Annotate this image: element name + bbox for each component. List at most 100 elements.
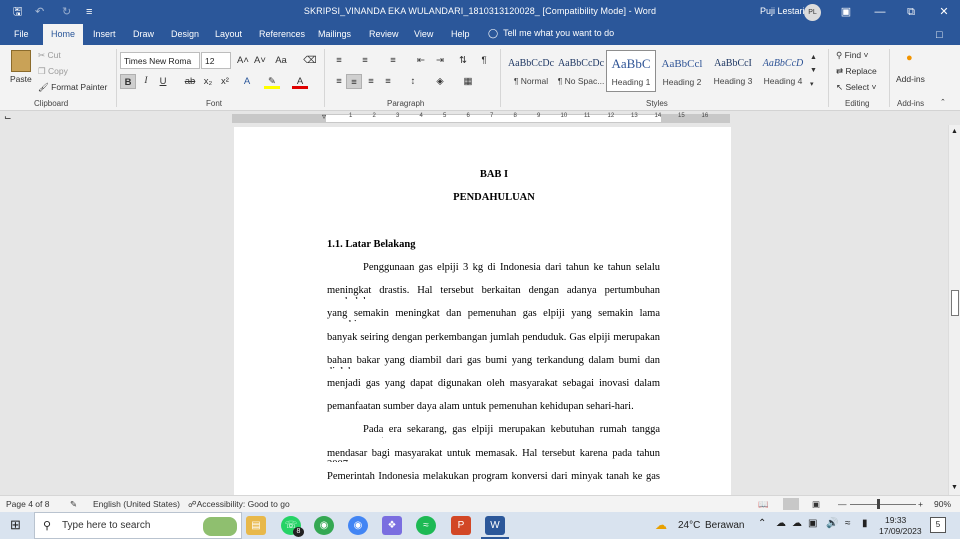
addins-button[interactable]: Add-ins — [896, 74, 925, 85]
ribbon-display-icon[interactable]: ▣ — [836, 3, 856, 21]
onedrive-icon[interactable]: ☁ — [792, 518, 802, 529]
zoom-slider[interactable] — [850, 504, 916, 505]
style-heading-1[interactable]: AaBbC Heading 1 — [606, 50, 656, 92]
styles-scroll-down-icon[interactable]: ▼ — [810, 65, 817, 76]
paste-button[interactable]: Paste — [10, 74, 32, 85]
bold-button[interactable]: B — [120, 74, 136, 89]
tab-references[interactable]: References — [259, 28, 305, 40]
justify-icon[interactable]: ≡ — [380, 74, 396, 89]
styles-more-icon[interactable]: ▾ — [810, 79, 814, 90]
minimize-button[interactable]: — — [870, 3, 890, 21]
taskbar-search[interactable]: ⚲ Type here to search — [34, 512, 242, 539]
web-layout-icon[interactable]: ▣ — [812, 499, 820, 510]
app-icon[interactable]: ❖ — [382, 516, 402, 535]
comments-icon[interactable]: □ — [936, 27, 943, 43]
line-spacing-icon[interactable]: ↕ — [405, 74, 421, 89]
strikethrough-button[interactable]: ab — [182, 74, 198, 89]
vertical-scrollbar[interactable]: ▲ ▼ — [948, 125, 960, 495]
zoom-out-icon[interactable]: — — [838, 499, 847, 509]
display-icon[interactable]: ▣ — [808, 518, 817, 529]
clock-time[interactable]: 19:33 — [885, 515, 906, 525]
increase-indent-icon[interactable]: ⇥ — [432, 53, 448, 68]
indent-marker-icon[interactable]: ▿ — [322, 112, 326, 121]
spotify-icon[interactable]: ≈ — [416, 516, 436, 535]
avatar[interactable]: PL — [804, 4, 821, 21]
scroll-thumb[interactable] — [951, 290, 959, 316]
restore-button[interactable]: ⧉ — [901, 3, 921, 21]
weather-icon[interactable]: ☁ — [655, 518, 667, 532]
tell-me-box[interactable]: ◯ Tell me what you want to do — [488, 28, 614, 39]
styles-scroll-up-icon[interactable]: ▲ — [810, 52, 817, 63]
weather-temp[interactable]: 24°C — [678, 520, 700, 531]
tab-draw[interactable]: Draw — [133, 28, 154, 40]
tab-review[interactable]: Review — [369, 28, 399, 40]
shrink-font-icon[interactable]: A˅ — [252, 53, 268, 68]
select-button[interactable]: ↖ Select ˅ — [836, 82, 876, 93]
tab-file[interactable]: File — [14, 28, 29, 40]
language-status[interactable]: English (United States) — [93, 499, 180, 509]
align-right-icon[interactable]: ≡ — [363, 74, 379, 89]
scroll-up-icon[interactable]: ▲ — [951, 128, 958, 135]
copy-button[interactable]: ❐ Copy — [38, 66, 68, 77]
superscript-button[interactable]: x² — [217, 74, 233, 89]
powerpoint-icon[interactable]: P — [451, 516, 471, 535]
print-layout-icon[interactable] — [783, 498, 799, 510]
align-center-icon[interactable]: ≡ — [346, 74, 362, 89]
tab-insert[interactable]: Insert — [93, 28, 116, 40]
scroll-down-icon[interactable]: ▼ — [951, 484, 958, 491]
style-no-spacing[interactable]: AaBbCcDc ¶ No Spac... — [556, 50, 606, 92]
clock-date[interactable]: 17/09/2023 — [879, 526, 922, 536]
style-normal[interactable]: AaBbCcDc ¶ Normal — [506, 50, 556, 92]
borders-icon[interactable]: ▦ — [460, 74, 476, 89]
volume-icon[interactable]: 🔊 — [826, 518, 838, 529]
zoom-in-icon[interactable]: + — [918, 499, 923, 509]
tab-mailings[interactable]: Mailings — [318, 28, 351, 40]
multilevel-list-icon[interactable]: ≡ — [385, 53, 401, 68]
text-effects-icon[interactable]: A — [239, 74, 255, 89]
tab-selector-icon[interactable]: ⌙ — [4, 112, 12, 123]
numbering-icon[interactable]: ≡ — [357, 53, 373, 68]
collapse-ribbon-icon[interactable]: ⌃ — [940, 97, 946, 108]
tab-home[interactable]: Home — [43, 24, 84, 45]
decrease-indent-icon[interactable]: ⇤ — [413, 53, 429, 68]
font-name-select[interactable]: Times New Roma — [120, 52, 200, 69]
replace-button[interactable]: ⇄ Replace — [836, 66, 877, 77]
font-size-select[interactable]: 12 — [201, 52, 231, 69]
file-explorer-icon[interactable]: ▤ — [246, 516, 266, 535]
cloud-icon[interactable]: ☁ — [776, 518, 786, 529]
paste-icon[interactable] — [11, 50, 31, 72]
tab-design[interactable]: Design — [171, 28, 199, 40]
style-heading-2[interactable]: AaBbCcl Heading 2 — [657, 50, 707, 92]
highlight-icon[interactable]: ✎ — [264, 74, 280, 89]
change-case-icon[interactable]: Aa — [273, 53, 289, 68]
chrome-icon[interactable]: ◉ — [314, 516, 334, 535]
tab-view[interactable]: View — [414, 28, 433, 40]
document-area[interactable]: BAB I PENDAHULUAN 1.1. Latar Belakang Pe… — [0, 125, 948, 495]
wifi-icon[interactable]: ≈ — [845, 518, 851, 529]
user-name[interactable]: Puji Lestari — [760, 6, 805, 16]
cut-button[interactable]: ✂ Cut — [38, 50, 61, 61]
zoom-slider-thumb[interactable] — [877, 499, 880, 509]
battery-icon[interactable]: ▮ — [862, 518, 868, 529]
italic-button[interactable]: I — [138, 74, 154, 89]
read-mode-icon[interactable]: 📖 — [758, 499, 769, 510]
style-heading-3[interactable]: AaBbCcI Heading 3 — [708, 50, 758, 92]
page-count[interactable]: Page 4 of 8 — [6, 499, 49, 509]
windows-start-icon[interactable]: ⊞ — [10, 517, 21, 533]
align-left-icon[interactable]: ≡ — [331, 74, 347, 89]
show-marks-icon[interactable]: ¶ — [476, 53, 492, 68]
proofing-icon[interactable]: ✎ — [70, 499, 77, 510]
bullets-icon[interactable]: ≡ — [331, 53, 347, 68]
shading-icon[interactable]: ◈ — [432, 74, 448, 89]
underline-button[interactable]: U — [155, 74, 171, 89]
zoom-level[interactable]: 90% — [934, 499, 951, 509]
close-button[interactable]: ✕ — [934, 3, 954, 21]
font-color-icon[interactable]: A — [292, 74, 308, 89]
sort-icon[interactable]: ⇅ — [455, 53, 471, 68]
grow-font-icon[interactable]: A˄ — [235, 53, 251, 68]
subscript-button[interactable]: x₂ — [200, 74, 216, 89]
style-heading-4[interactable]: AaBbCcD Heading 4 — [758, 50, 808, 92]
notifications-icon[interactable]: 5 — [930, 517, 946, 533]
tray-chevron-icon[interactable]: ⌃ — [758, 518, 766, 529]
weather-text[interactable]: Berawan — [705, 520, 744, 531]
